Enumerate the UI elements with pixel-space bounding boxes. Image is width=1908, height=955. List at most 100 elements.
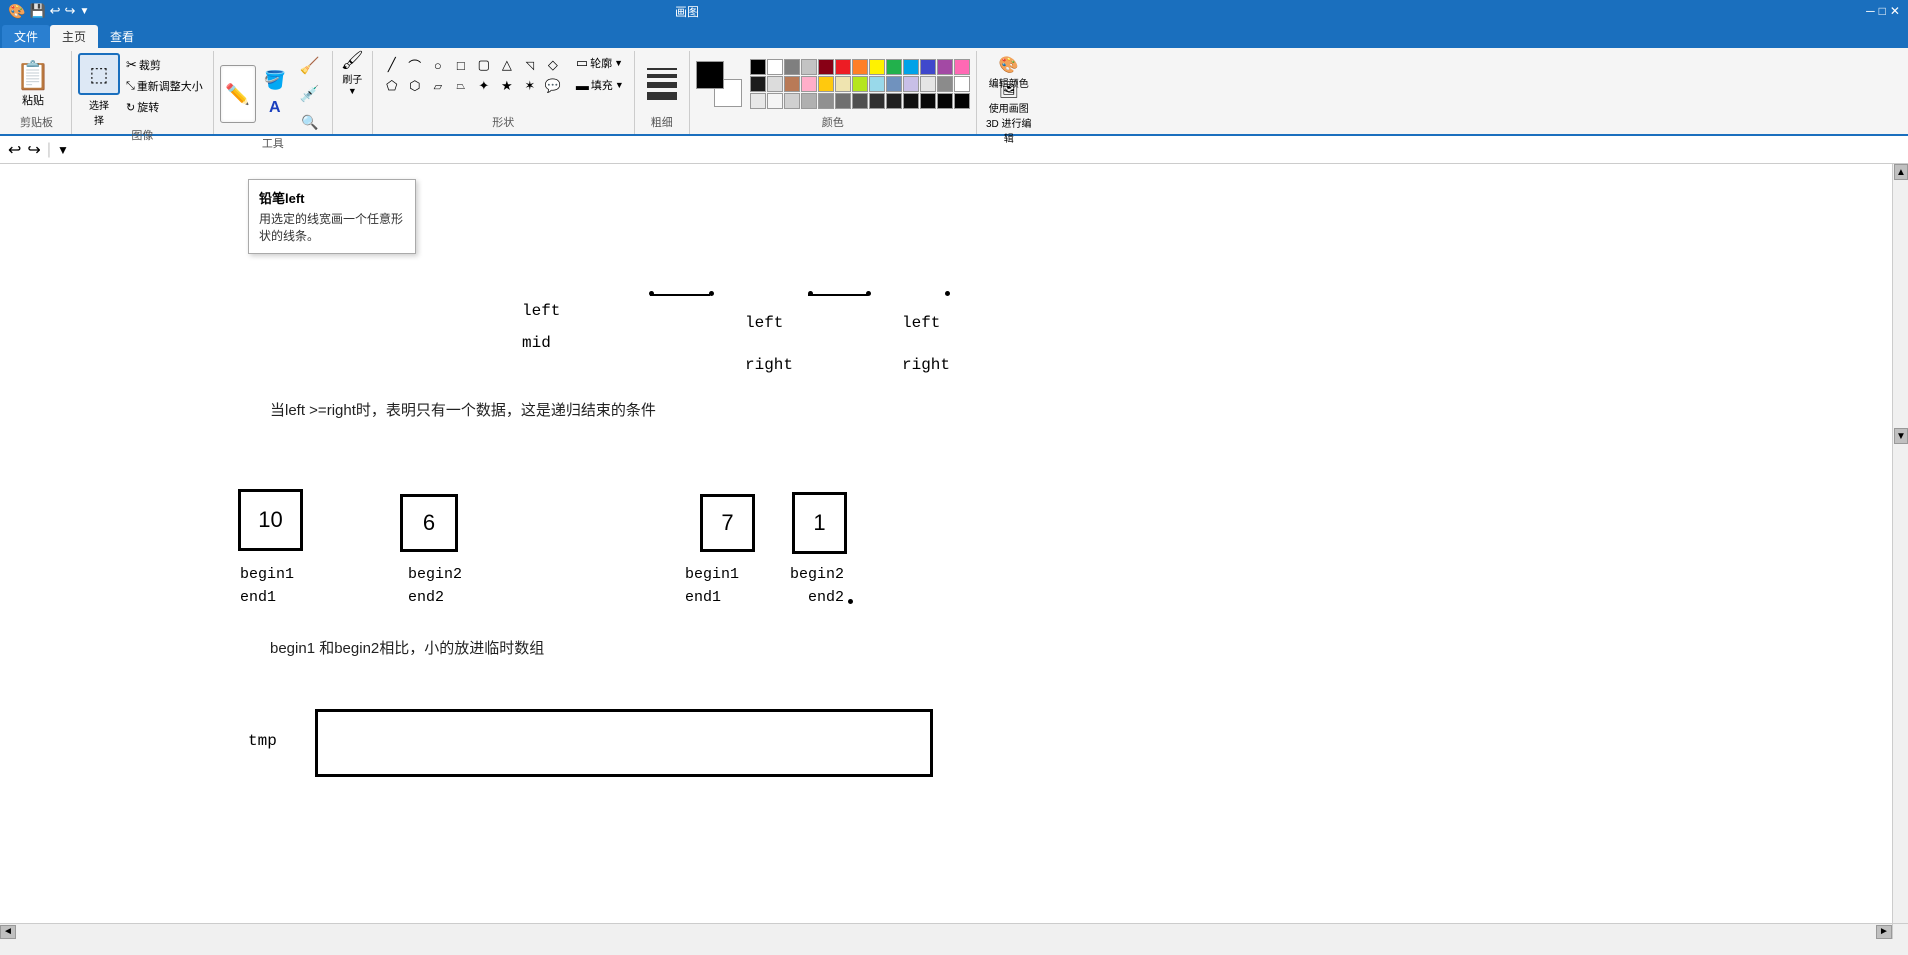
color-gray1[interactable] <box>784 59 800 75</box>
color-row2-1[interactable] <box>750 76 766 92</box>
color-row3-7[interactable] <box>852 93 868 109</box>
text-button[interactable]: A <box>259 95 291 121</box>
color-row2-8[interactable] <box>869 76 885 92</box>
left-label-3: left <box>902 314 940 332</box>
shape-roundrect[interactable]: ▢ <box>473 55 495 75</box>
select-label2: 择 <box>94 112 104 127</box>
color-row3-1[interactable] <box>750 93 766 109</box>
color-row3-5[interactable] <box>818 93 834 109</box>
shape-callout[interactable]: 💬 <box>542 76 564 96</box>
size-label: 粗细 <box>643 114 681 132</box>
tab-view[interactable]: 查看 <box>98 25 146 48</box>
color-row2-2[interactable] <box>767 76 783 92</box>
shape-hex[interactable]: ⬡ <box>404 76 426 96</box>
color-row2-13[interactable] <box>954 76 970 92</box>
color-row3-6[interactable] <box>835 93 851 109</box>
tooltip-popup: 铅笔left 用选定的线宽画一个任意形状的线条。 <box>248 179 416 254</box>
color-pink[interactable] <box>954 59 970 75</box>
rotate-button[interactable]: ↻ 旋转 <box>122 97 207 117</box>
close-button[interactable]: ✕ <box>1890 4 1900 18</box>
color-row2-11[interactable] <box>920 76 936 92</box>
select-button[interactable]: ⬚ <box>78 53 120 95</box>
color-green[interactable] <box>886 59 902 75</box>
shape-star4[interactable]: ✦ <box>473 76 495 96</box>
shape-curve[interactable]: ⌒ <box>404 55 426 75</box>
shape-triangle[interactable]: △ <box>496 55 518 75</box>
color-row2-5[interactable] <box>818 76 834 92</box>
resize-button[interactable]: ⤡ 重新调整大小 <box>122 76 207 96</box>
shape-line[interactable]: ╱ <box>381 55 403 75</box>
redo-button[interactable]: ↪ <box>65 3 76 19</box>
line-h2 <box>808 294 868 296</box>
paint3d-button[interactable]: 🖼 使用画图 3D 进行编辑 <box>983 95 1035 131</box>
color-row2-7[interactable] <box>852 76 868 92</box>
tools-label: 工具 <box>220 135 326 153</box>
color-row3-10[interactable] <box>903 93 919 109</box>
color-picker-button[interactable]: 💉 <box>294 81 326 107</box>
color-row3-9[interactable] <box>886 93 902 109</box>
fill-button[interactable]: 🪣 <box>259 67 291 93</box>
eraser-button[interactable]: 🧹 <box>294 53 326 79</box>
shape-diamond[interactable]: ◇ <box>542 55 564 75</box>
color-row3-3[interactable] <box>784 93 800 109</box>
shape-star5[interactable]: ★ <box>496 76 518 96</box>
color-row3-2[interactable] <box>767 93 783 109</box>
color-row3-13[interactable] <box>954 93 970 109</box>
shape-pent[interactable]: ⬠ <box>381 76 403 96</box>
scrollbar-bottom[interactable]: ◄ ► <box>0 923 1892 939</box>
save-button[interactable]: 💾 <box>29 3 45 19</box>
undo-button[interactable]: ↩ <box>50 3 61 19</box>
color-teal[interactable] <box>903 59 919 75</box>
shape-trapezoid[interactable]: ⏢ <box>450 76 472 96</box>
color-row2-9[interactable] <box>886 76 902 92</box>
color-orange[interactable] <box>852 59 868 75</box>
shape-rect[interactable]: □ <box>450 55 472 75</box>
toolbar-divider: | <box>47 141 51 159</box>
begin1-label-1: begin1 <box>240 566 294 583</box>
brush-button[interactable]: 🖌 刷子 ▼ <box>334 53 370 93</box>
scrollbar-right[interactable]: ▲ ▼ <box>1892 164 1908 923</box>
undo-toolbar-button[interactable]: ↩ <box>8 140 21 160</box>
color-row3-11[interactable] <box>920 93 936 109</box>
color-gray2[interactable] <box>801 59 817 75</box>
paste-button[interactable]: 📋 粘贴 <box>8 55 58 113</box>
size-section: 粗细 <box>635 51 690 134</box>
outline-button[interactable]: ▭ 轮廓 ▼ <box>572 53 628 73</box>
crop-button[interactable]: ✂ 裁剪 <box>122 55 207 75</box>
fill-shape-button[interactable]: ▬ 填充 ▼ <box>572 75 628 95</box>
line-h1 <box>650 294 710 296</box>
color-white[interactable] <box>767 59 783 75</box>
color-purple[interactable] <box>937 59 953 75</box>
color-row2-12[interactable] <box>937 76 953 92</box>
shape-rtriangle[interactable]: ◹ <box>519 55 541 75</box>
tab-file[interactable]: 文件 <box>2 25 50 48</box>
color-row2-6[interactable] <box>835 76 851 92</box>
color-row3-8[interactable] <box>869 93 885 109</box>
shape-oval[interactable]: ○ <box>427 55 449 75</box>
magnifier-button[interactable]: 🔍 <box>294 109 326 135</box>
tooltip-description: 用选定的线宽画一个任意形状的线条。 <box>259 211 405 245</box>
color-black[interactable] <box>750 59 766 75</box>
color-blue[interactable] <box>920 59 936 75</box>
dropdown-arrow[interactable]: ▼ <box>79 6 89 17</box>
pencil-button[interactable]: ✏️ <box>220 65 256 123</box>
minimize-button[interactable]: ─ <box>1866 4 1875 18</box>
color-row3-4[interactable] <box>801 93 817 109</box>
toolbar-dropdown[interactable]: ▼ <box>57 143 69 157</box>
redo-toolbar-button[interactable]: ↪ <box>27 140 40 160</box>
color-row2-3[interactable] <box>784 76 800 92</box>
dot4 <box>866 291 871 296</box>
color-row2-10[interactable] <box>903 76 919 92</box>
color-darkred[interactable] <box>818 59 834 75</box>
shape-star6[interactable]: ✶ <box>519 76 541 96</box>
left-label-2: left <box>745 314 783 332</box>
color-row3-12[interactable] <box>937 93 953 109</box>
color-row2-4[interactable] <box>801 76 817 92</box>
tab-home[interactable]: 主页 <box>50 25 98 48</box>
shape-parallelogram[interactable]: ▱ <box>427 76 449 96</box>
color1-box[interactable] <box>696 61 724 89</box>
maximize-button[interactable]: □ <box>1879 4 1886 18</box>
color-yellow[interactable] <box>869 59 885 75</box>
color-red[interactable] <box>835 59 851 75</box>
shapes-label: 形状 <box>379 114 628 132</box>
